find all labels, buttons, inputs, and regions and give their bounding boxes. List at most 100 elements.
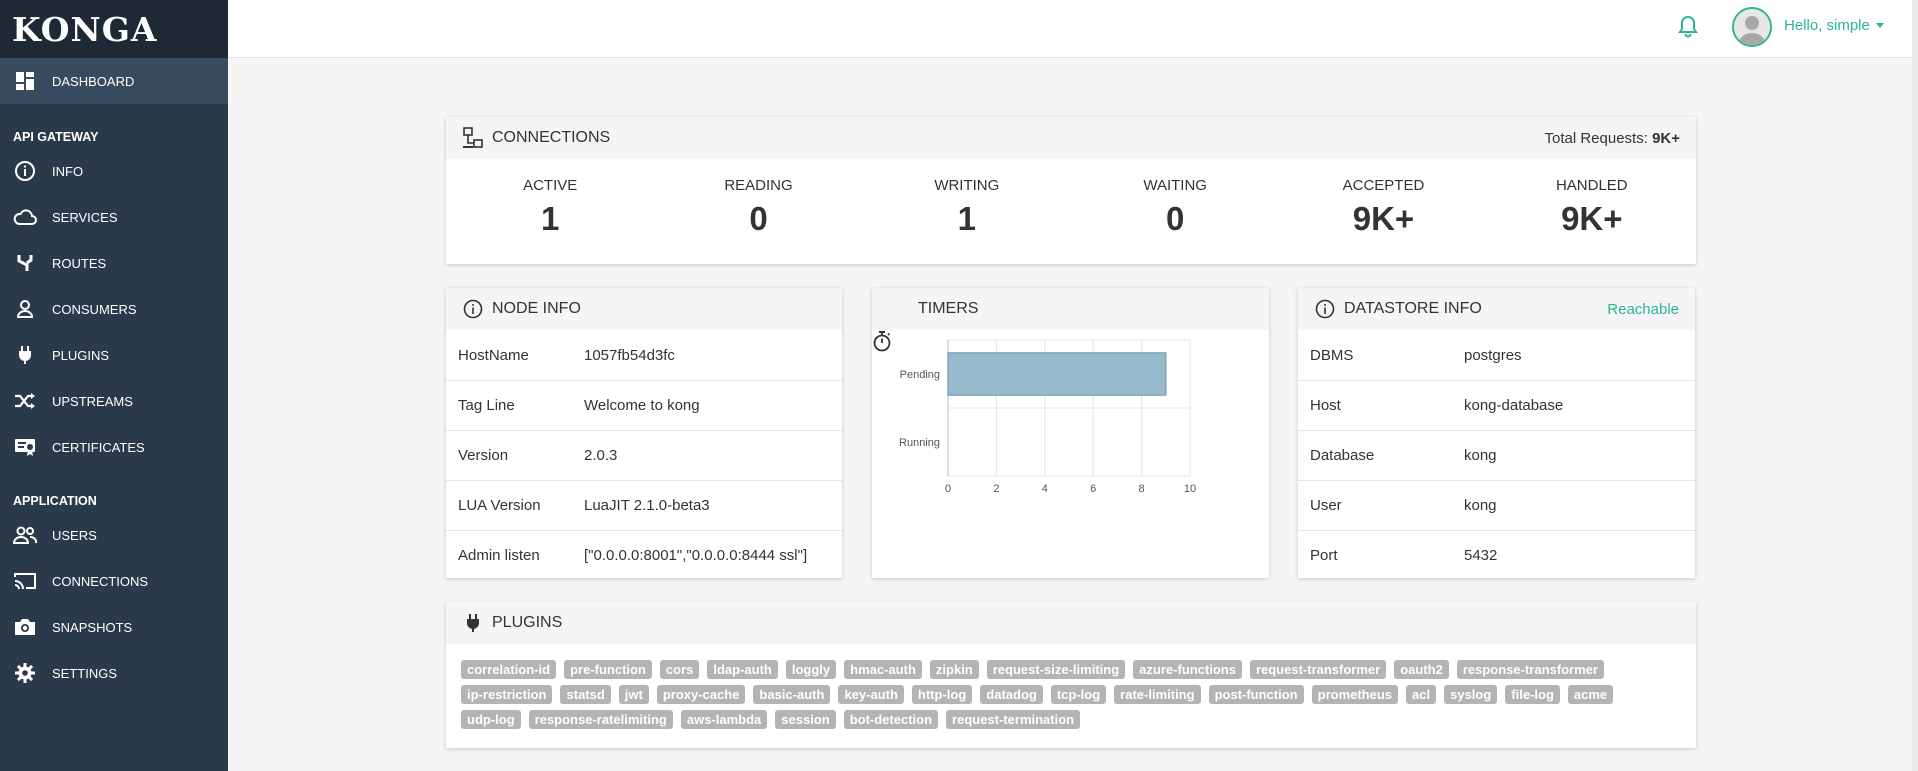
timers-title: TIMERS (918, 300, 979, 317)
stat-active: ACTIVE 1 (446, 159, 654, 264)
top-bar: Hello, simple (228, 0, 1918, 58)
sidebar-item-connections[interactable]: CONNECTIONS (0, 558, 228, 604)
plugin-tag: basic-auth (753, 685, 831, 704)
konga-logo[interactable]: KONGA (0, 0, 228, 58)
avatar[interactable] (1732, 7, 1772, 47)
datastore-header: DATASTORE INFO Reachable (1298, 288, 1695, 330)
sidebar-item-label: INFO (52, 163, 84, 179)
row-key: Admin listen (458, 547, 540, 564)
info-icon (462, 298, 484, 320)
connections-title: CONNECTIONS (492, 129, 611, 146)
plugin-tag: request-transformer (1249, 660, 1387, 679)
sidebar-item-label: CERTIFICATES (52, 439, 145, 455)
user-greeting: Hello, simple (1784, 17, 1870, 34)
datastore-title: DATASTORE INFO (1344, 300, 1482, 317)
sidebar-item-info[interactable]: INFO (0, 148, 228, 194)
user-icon (13, 297, 37, 321)
stat-waiting: WAITING 0 (1071, 159, 1279, 264)
row-key: DBMS (1310, 346, 1354, 364)
sidebar-item-label: SERVICES (52, 209, 118, 225)
nav-section-api-gateway: API GATEWAY (13, 130, 99, 144)
table-row: User kong (1298, 480, 1695, 530)
sidebar-item-label: CONNECTIONS (52, 573, 149, 589)
plugin-tag: response-transformer (1456, 660, 1604, 679)
sidebar-item-label: DASHBOARD (52, 73, 135, 89)
stat-label: ACTIVE (523, 177, 578, 194)
table-row: Version 2.0.3 (446, 430, 842, 480)
plugins-header: PLUGINS (446, 602, 1696, 644)
stat-accepted: ACCEPTED 9K+ (1279, 159, 1487, 264)
stat-writing: WRITING 1 (863, 159, 1071, 264)
plugin-tag: bot-detection (843, 710, 939, 729)
datastore-table: DBMS postgres Host kong-database Database k… (1298, 330, 1695, 580)
sidebar-item-label: PLUGINS (52, 347, 110, 363)
row-value: 2.0.3 (584, 447, 618, 464)
row-value: kong (1464, 447, 1497, 464)
sidebar-item-users[interactable]: USERS (0, 512, 228, 558)
x-tick-label: 6 (1090, 483, 1096, 495)
x-tick-label: 8 (1139, 483, 1145, 495)
nav-section-application: APPLICATION (13, 494, 97, 508)
sidebar-item-consumers[interactable]: CONSUMERS (0, 286, 228, 332)
sidebar-item-dashboard[interactable]: DASHBOARD (0, 58, 228, 104)
sidebar-item-routes[interactable]: ROUTES (0, 240, 228, 286)
plugin-tag: jwt (618, 685, 649, 704)
connections-header: CONNECTIONS Total Requests: 9K+ (446, 117, 1696, 159)
plug-icon (13, 343, 37, 367)
logo-text: KONGA (12, 9, 158, 49)
stat-value: 9K+ (1352, 200, 1415, 237)
info-icon (13, 159, 37, 183)
sidebar-item-snapshots[interactable]: SNAPSHOTS (0, 604, 228, 650)
total-requests-label: Total Requests: (1544, 129, 1648, 147)
sidebar-item-settings[interactable]: SETTINGS (0, 650, 228, 696)
network-icon (462, 127, 484, 149)
y-category-label: Pending (900, 369, 940, 381)
plugin-tag: request-size-limiting (986, 660, 1126, 679)
table-row: Database kong (1298, 430, 1695, 480)
table-row: Tag Line Welcome to kong (446, 380, 842, 430)
plugin-tag: proxy-cache (656, 685, 746, 704)
row-value: LuaJIT 2.1.0-beta3 (584, 497, 710, 514)
sidebar-item-label: SNAPSHOTS (52, 619, 133, 635)
plugin-tag: rate-limiting (1114, 685, 1201, 704)
plugin-tag: key-auth (838, 685, 904, 704)
sidebar-item-certificates[interactable]: CERTIFICATES (0, 424, 228, 470)
row-value: 1057fb54d3fc (584, 346, 675, 364)
bell-icon[interactable] (1676, 14, 1700, 40)
plugin-tag: http-log (911, 685, 973, 704)
row-value: 5432 (1464, 547, 1498, 564)
cloud-icon (13, 205, 37, 229)
row-value: kong-database (1464, 397, 1564, 414)
stat-value: 1 (957, 200, 976, 237)
plugin-tag: correlation-id (461, 660, 557, 679)
y-category-label: Running (899, 437, 940, 449)
stat-value: 9K+ (1561, 200, 1623, 237)
plugin-tag: syslog (1444, 685, 1498, 704)
row-value: kong (1464, 497, 1497, 514)
stat-value: 0 (1165, 200, 1185, 237)
stat-value: 1 (540, 200, 560, 237)
plugin-tag: oauth2 (1394, 660, 1449, 679)
node-info-table: HostName 1057fb54d3fc Tag Line Welcome to … (446, 330, 842, 580)
plugin-tag: loggly (785, 660, 837, 679)
sidebar-item-label: ROUTES (52, 255, 107, 271)
table-row: HostName 1057fb54d3fc (446, 330, 842, 380)
sidebar-item-plugins[interactable]: PLUGINS (0, 332, 228, 378)
plugin-tag: ldap-auth (707, 660, 778, 679)
plugin-tag: ip-restriction (461, 685, 553, 704)
x-tick-label: 0 (945, 483, 951, 495)
scrollbar[interactable] (1912, 0, 1918, 771)
plugin-tag-list: correlation-id pre-function cors ldap-auth l… (446, 644, 1696, 735)
user-menu[interactable]: Hello, simple (1784, 17, 1884, 34)
row-key: Host (1310, 397, 1341, 414)
plugin-tag: post-function (1208, 685, 1304, 704)
row-key: Port (1310, 547, 1338, 564)
plugin-tag: response-ratelimiting (528, 710, 673, 729)
sidebar-item-services[interactable]: SERVICES (0, 194, 228, 240)
plugin-tag: udp-log (461, 710, 521, 729)
sidebar-item-upstreams[interactable]: UPSTREAMS (0, 378, 228, 424)
plugin-tag: statsd (560, 685, 611, 704)
plugin-tag: azure-functions (1133, 660, 1242, 679)
plugin-tag: datadog (980, 685, 1043, 704)
node-info-header: NODE INFO (446, 288, 842, 330)
